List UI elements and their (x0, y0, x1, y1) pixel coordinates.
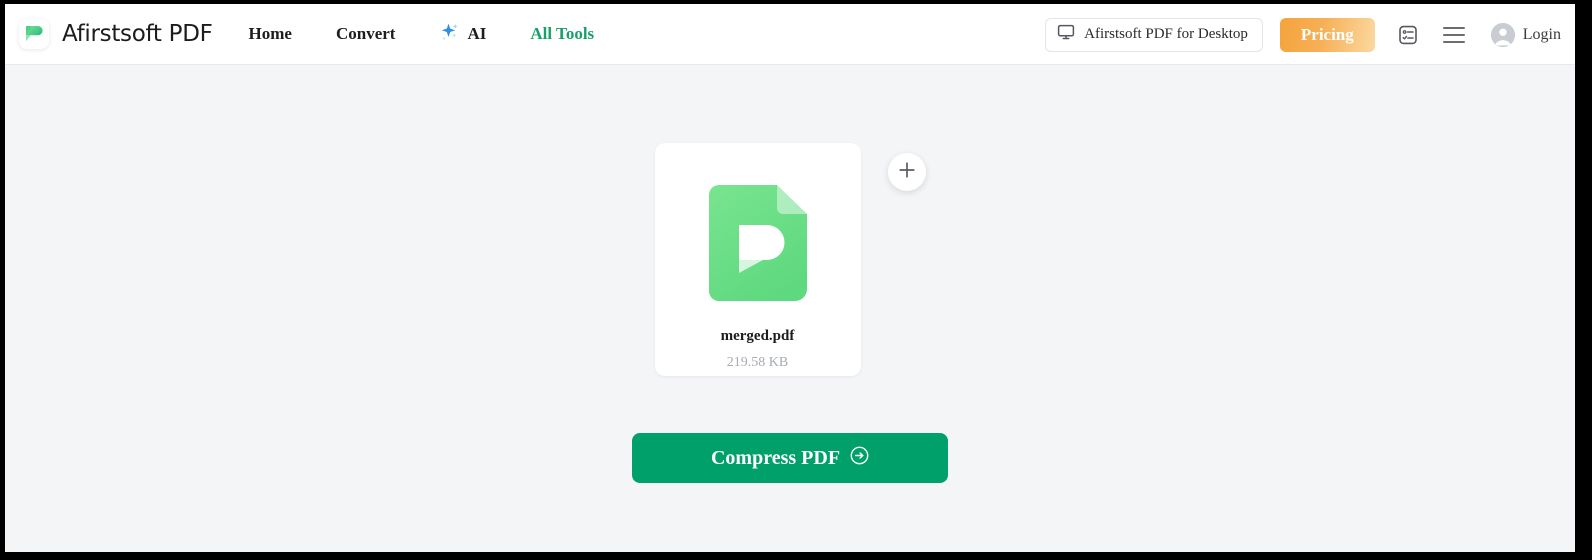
plus-icon (897, 160, 917, 185)
file-size: 219.58 KB (726, 355, 789, 370)
hamburger-bar (1442, 33, 1465, 36)
brand-logo-link[interactable]: Afirstsoft PDF (19, 19, 213, 49)
main-content: merged.pdf 219.58 KB Compress PDF (5, 65, 1575, 552)
brand-name: Afirstsoft PDF (62, 21, 213, 47)
nav-ai-label: AI (467, 24, 487, 43)
header-actions: Afirstsoft PDF for Desktop Pricing Login (1045, 4, 1561, 65)
pdf-file-icon (708, 185, 807, 306)
page-viewport: Afirstsoft PDF Home Convert AI All Tools… (5, 4, 1575, 552)
desktop-app-button[interactable]: Afirstsoft PDF for Desktop (1045, 17, 1263, 52)
compress-pdf-button[interactable]: Compress PDF (632, 433, 948, 483)
login-button[interactable]: Login (1490, 22, 1561, 47)
file-list: merged.pdf 219.58 KB (5, 143, 1575, 376)
task-list-icon[interactable] (1395, 20, 1421, 50)
file-name: merged.pdf (720, 328, 795, 344)
primary-nav: Home Convert AI All Tools (249, 21, 594, 48)
browser-window-frame: Afirstsoft PDF Home Convert AI All Tools… (0, 0, 1592, 560)
add-file-button[interactable] (887, 153, 926, 191)
nav-ai[interactable]: AI (439, 21, 486, 48)
user-avatar-icon (1490, 22, 1515, 47)
sparkle-icon (439, 21, 461, 48)
file-card[interactable]: merged.pdf 219.58 KB (654, 143, 861, 376)
nav-convert[interactable]: Convert (336, 24, 395, 44)
primary-action-row: Compress PDF (5, 433, 1575, 483)
nav-all-tools[interactable]: All Tools (530, 24, 594, 44)
compress-pdf-label: Compress PDF (710, 446, 841, 469)
hamburger-menu-icon[interactable] (1442, 22, 1469, 48)
hamburger-bar (1442, 26, 1465, 29)
desktop-app-label: Afirstsoft PDF for Desktop (1084, 26, 1248, 42)
afirstsoft-logo-icon (19, 19, 49, 49)
nav-home[interactable]: Home (249, 24, 292, 44)
site-header: Afirstsoft PDF Home Convert AI All Tools… (5, 4, 1575, 65)
arrow-right-circle-icon (850, 446, 869, 471)
login-label: Login (1522, 25, 1561, 43)
pricing-button[interactable]: Pricing (1279, 17, 1375, 52)
hamburger-bar (1442, 40, 1465, 43)
monitor-icon (1057, 23, 1075, 46)
